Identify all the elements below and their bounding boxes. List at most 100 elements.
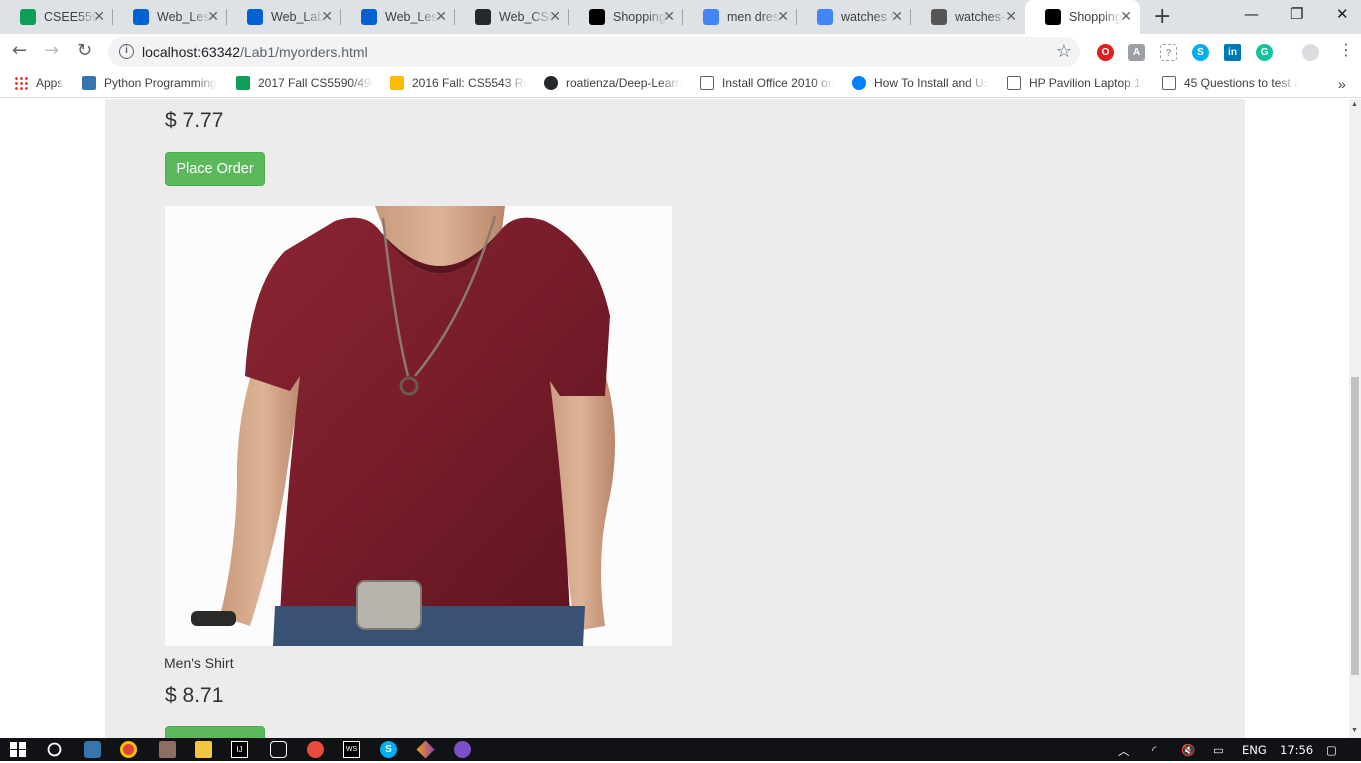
python-icon[interactable] [84,741,101,758]
close-tab-icon[interactable]: ✕ [891,9,903,25]
windows-taskbar: IJ WS S ︿ ◜ 🔇 ▭ ENG 17:56 ▢ [0,738,1361,761]
tab[interactable]: Web_Lesson✕ [113,0,227,34]
page-icon [1162,76,1176,90]
github-icon [475,9,491,25]
language-indicator[interactable]: ENG [1242,743,1267,757]
bookmark-label: 45 Questions to test a [1184,76,1299,90]
bookmark-item[interactable]: roatienza/Deep-Learn [544,76,682,90]
close-tab-icon[interactable]: ✕ [1005,9,1017,25]
close-tab-icon[interactable]: ✕ [207,9,219,25]
bookmark-item[interactable]: HP Pavilion Laptop 15 [1007,76,1144,90]
bookmark-item[interactable]: Python Programming [82,76,217,90]
profile-avatar-icon[interactable] [1302,44,1319,61]
tab-title: Shopping [613,10,666,24]
app-icon[interactable] [307,741,324,758]
close-tab-icon[interactable]: ✕ [1120,9,1132,25]
notifications-icon[interactable]: ▢ [1326,743,1337,757]
scrollbar-thumb[interactable] [1351,377,1359,675]
box-icon [361,9,377,25]
site-info-icon[interactable]: i [119,44,134,59]
tab-title: CSEE5590 [44,10,98,24]
bookmark-star-icon[interactable]: ☆ [1056,41,1072,62]
page-icon [1007,76,1021,90]
tab-title: watches f [841,10,894,24]
tab[interactable]: CSEE5590✕ [0,0,113,34]
close-tab-icon[interactable]: ✕ [321,9,333,25]
google-sheets-icon [20,9,36,25]
bookmark-item[interactable]: 2016 Fall: CS5543 Re [390,76,527,90]
avatar-icon [931,9,947,25]
bookmark-item[interactable]: Install Office 2010 on [700,76,834,90]
app-icon[interactable] [270,741,287,758]
scroll-down-arrow-icon[interactable]: ▼ [1351,727,1358,734]
place-order-button[interactable]: Place Order [165,152,265,186]
bookmark-apps[interactable]: Apps [14,76,63,90]
digitalocean-icon [852,76,866,90]
bookmark-item[interactable]: How To Install and Us [852,76,989,90]
close-tab-icon[interactable]: ✕ [549,9,561,25]
wifi-icon[interactable]: ◜ [1152,743,1156,757]
close-tab-icon[interactable]: ✕ [435,9,447,25]
close-tab-icon[interactable]: ✕ [663,9,675,25]
tab[interactable]: Web_Lab ✕ [227,0,341,34]
menu-kebab-icon[interactable]: ⋮ [1338,40,1354,59]
grammarly-extension-icon[interactable]: G [1256,44,1273,61]
new-tab-button[interactable]: + [1153,4,1171,29]
tab[interactable]: Shopping ✕ [569,0,683,34]
close-window-button[interactable]: ✕ [1336,5,1349,23]
page-scrollbar[interactable]: ▲ ▼ [1349,99,1361,738]
chrome-icon[interactable] [120,741,137,758]
tab[interactable]: Shopping ✕ [1025,0,1140,34]
bookmark-item[interactable]: 45 Questions to test a [1162,76,1299,90]
restore-button[interactable]: ❐ [1290,5,1303,23]
url-host: localhost:63342 [142,44,241,60]
product-image[interactable] [165,206,672,646]
bookmark-label: 2017 Fall CS5590/490 [258,76,373,90]
forward-arrow-icon[interactable]: → [44,40,59,61]
app-icon[interactable] [454,741,471,758]
orders-container: $ 7.77 Place Order Men's Shirt $ 8.71 [105,99,1245,738]
tab[interactable]: Web_Lesson✕ [341,0,455,34]
close-tab-icon[interactable]: ✕ [777,9,789,25]
clock[interactable]: 17:56 [1280,743,1313,757]
extension-icon[interactable]: ? [1160,44,1177,61]
linkedin-extension-icon[interactable]: in [1224,44,1241,61]
address-bar[interactable]: i localhost:63342/Lab1/myorders.html ☆ [108,37,1080,67]
extension-icon[interactable]: A [1128,44,1145,61]
back-arrow-icon[interactable]: ← [12,40,27,61]
skype-extension-icon[interactable]: S [1192,44,1209,61]
product-price: $ 8.71 [165,684,224,707]
intellij-icon[interactable]: IJ [231,741,248,758]
windows-start-icon[interactable] [10,741,27,758]
bookmark-item[interactable]: 2017 Fall CS5590/490 [236,76,373,90]
tab[interactable]: men dress ✕ [683,0,797,34]
product-price: $ 7.77 [165,109,224,132]
bookmark-label: Python Programming [104,76,217,90]
file-explorer-icon[interactable] [195,741,212,758]
webstorm-icon[interactable]: WS [343,741,360,758]
app-icon[interactable] [159,741,176,758]
volume-muted-icon[interactable]: 🔇 [1181,743,1195,757]
skype-icon[interactable]: S [380,741,397,758]
tab[interactable]: watches f ✕ [797,0,911,34]
app-icon[interactable] [416,740,435,759]
tray-chevron-up-icon[interactable]: ︿ [1118,743,1130,759]
close-tab-icon[interactable]: ✕ [93,9,105,25]
url-text[interactable]: localhost:63342/Lab1/myorders.html [142,44,368,60]
browser-toolbar: ← → ↻ i localhost:63342/Lab1/myorders.ht… [0,34,1361,70]
opera-extension-icon[interactable]: O [1097,44,1114,61]
battery-icon[interactable]: ▭ [1213,743,1224,757]
webstorm-icon [589,9,605,25]
scroll-up-arrow-icon[interactable]: ▲ [1351,101,1358,108]
cortana-search-icon[interactable] [46,741,63,758]
tab-title: Web_Lab [271,10,325,24]
tab[interactable]: Web_CSS ✕ [455,0,569,34]
place-order-button[interactable] [165,726,265,738]
tab[interactable]: watches- ✕ [911,0,1025,34]
tab-title: men dress [727,10,781,24]
bookmark-label: Apps [36,76,64,90]
minimize-button[interactable]: — [1244,5,1259,23]
bookmarks-overflow-button[interactable]: » [1338,76,1346,92]
google-sheets-icon [236,76,250,90]
reload-icon[interactable]: ↻ [77,40,92,61]
